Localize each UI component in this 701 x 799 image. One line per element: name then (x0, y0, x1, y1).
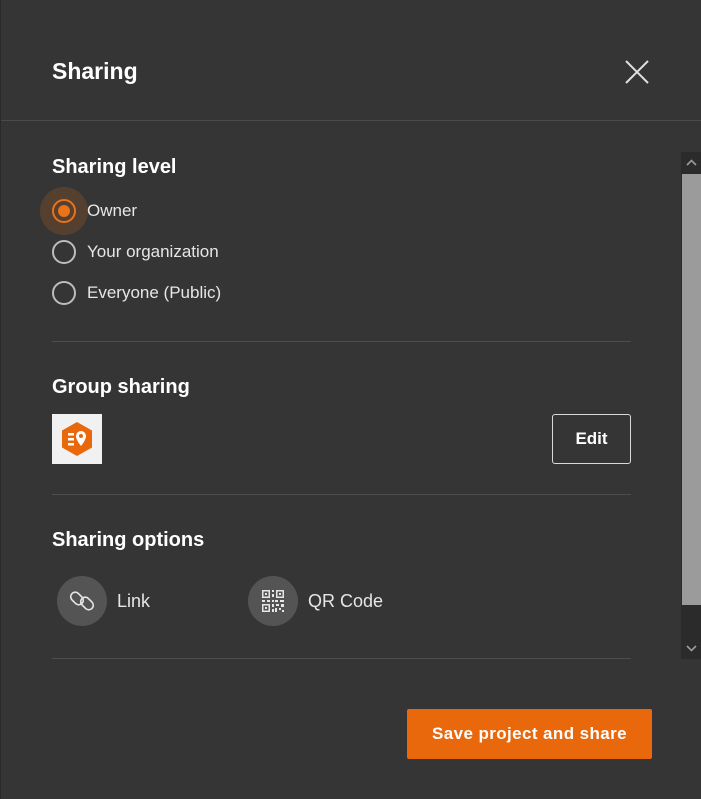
dialog-content: Sharing level Owner Your organization Ev… (1, 122, 681, 660)
group-sharing-heading: Group sharing (52, 376, 190, 398)
sharing-dialog: Sharing Sharing level Owner Your organiz… (0, 0, 701, 799)
section-divider (52, 494, 631, 495)
radio-label: Your organization (87, 242, 219, 261)
link-icon (69, 591, 95, 611)
scroll-up-button[interactable] (681, 152, 701, 173)
dialog-header: Sharing (1, 0, 701, 121)
share-link-option[interactable]: Link (57, 576, 150, 626)
radio-button[interactable] (52, 240, 76, 264)
dialog-title: Sharing (52, 58, 138, 84)
share-qr-code-option[interactable]: QR Code (248, 576, 383, 626)
radio-button[interactable] (52, 281, 76, 305)
radio-label: Owner (87, 201, 138, 220)
radio-everyone-public[interactable]: Everyone (Public) (52, 280, 221, 306)
edit-groups-button[interactable]: Edit (552, 414, 631, 464)
radio-label: Everyone (Public) (87, 283, 222, 302)
chevron-down-icon (686, 645, 697, 652)
chevron-up-icon (686, 159, 697, 166)
qr-code-icon (262, 590, 284, 612)
scroll-down-button[interactable] (681, 638, 701, 659)
sharing-level-heading: Sharing level (52, 156, 177, 178)
radio-your-organization[interactable]: Your organization (52, 239, 219, 265)
section-divider (52, 341, 631, 342)
link-label: Link (117, 590, 151, 611)
section-divider (52, 658, 631, 659)
group-thumbnail (52, 414, 102, 464)
scrollbar-thumb[interactable] (682, 174, 701, 605)
survey-app-icon (62, 422, 92, 456)
link-icon-circle[interactable] (57, 576, 107, 626)
save-project-and-share-button[interactable]: Save project and share (407, 709, 652, 759)
sharing-options-heading: Sharing options (52, 529, 205, 551)
content-scrollbar[interactable] (681, 152, 701, 659)
close-button[interactable] (623, 58, 651, 86)
radio-owner[interactable]: Owner (40, 187, 138, 235)
radio-button-selected[interactable] (40, 187, 88, 235)
qr-code-label: QR Code (308, 590, 384, 611)
close-icon (625, 60, 649, 84)
qr-code-icon-circle[interactable] (248, 576, 298, 626)
